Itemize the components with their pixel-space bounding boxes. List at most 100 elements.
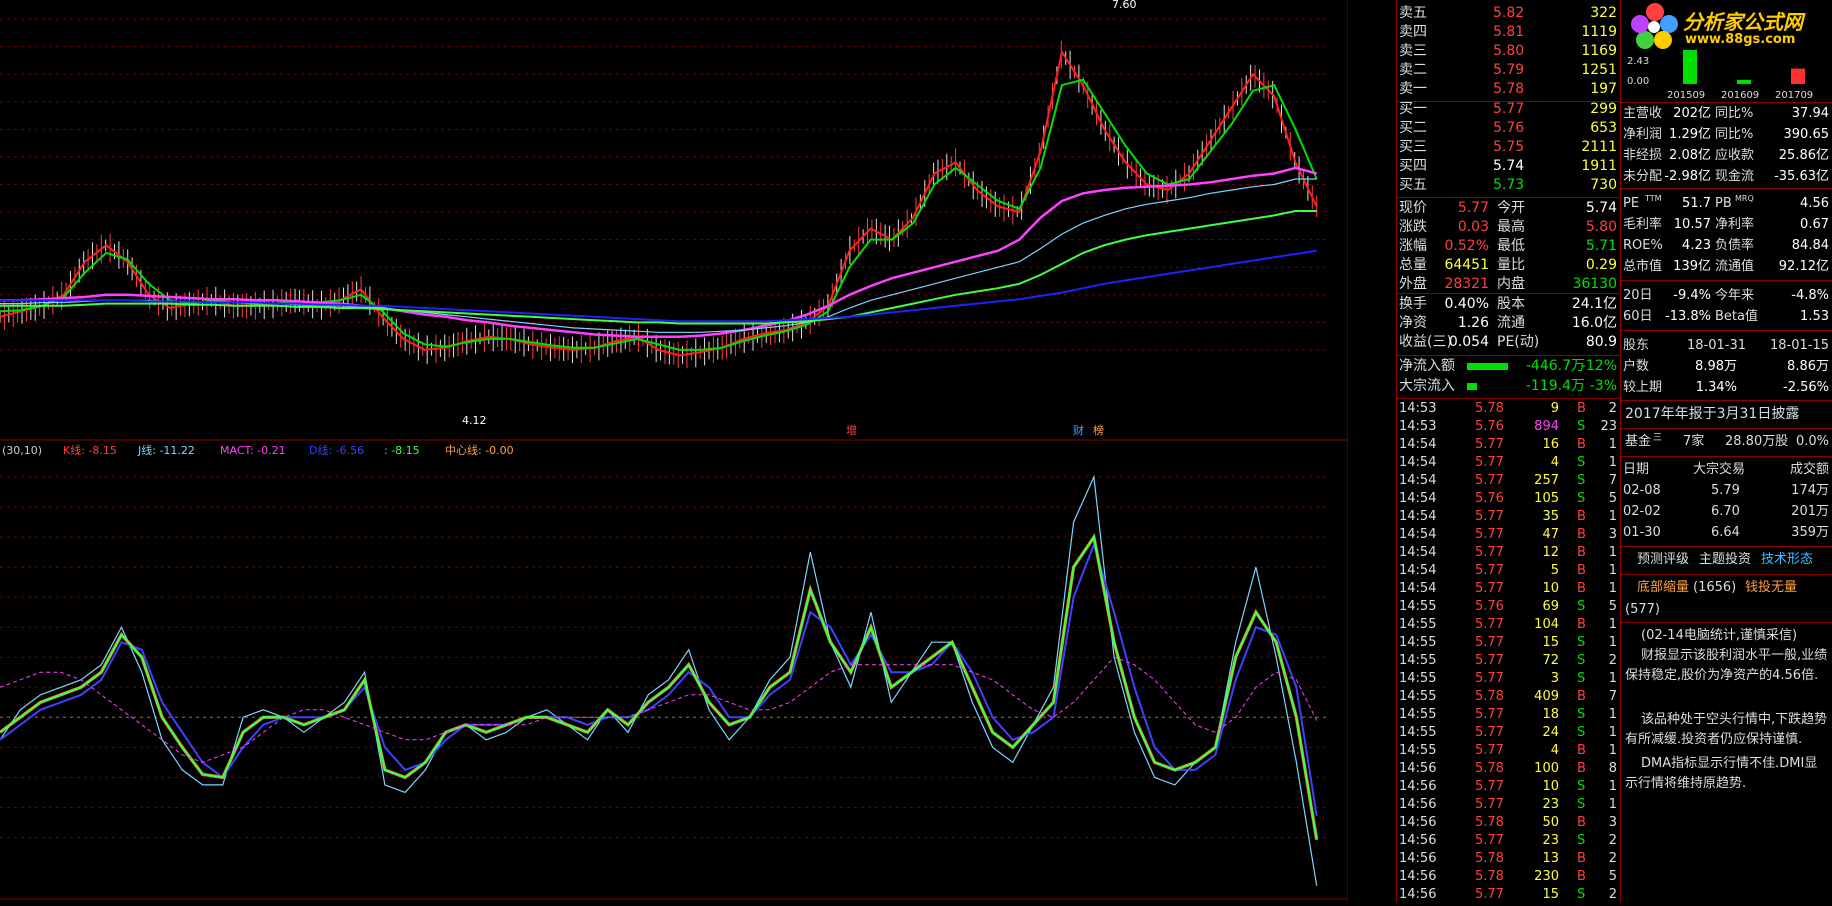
info-panel: 分析家公式网 www.88gs.com 2.43 0.00 201509 201609… [1620,0,1832,902]
trade-price: 5.78 [1475,851,1504,866]
trade-count: 1 [1608,563,1617,578]
trade-row: 14:56 5.77 23 S 1 [1397,796,1621,814]
fund-label: 基金 [1625,434,1652,449]
holders-date: 18-01-31 [1687,338,1747,353]
trade-time: 14:54 [1399,473,1437,488]
fundamental-value: -35.63亿 [1774,169,1829,184]
stat-row: 总量 64451 量比 0.29 [1397,256,1621,274]
trade-time: 14:55 [1399,689,1437,704]
trade-count: 23 [1600,419,1617,434]
stat-row: 涨幅 0.52% 最低 5.71 [1397,237,1621,255]
event-marker[interactable]: 榜 [1093,423,1104,437]
orderbook-volume: 197 [1590,81,1617,97]
trade-count: 5 [1608,599,1617,614]
orderbook-label: 买一 [1399,101,1427,117]
trade-row: 14:55 5.78 409 B 7 [1397,688,1621,706]
stat-value: 24.1亿 [1571,296,1617,312]
stat-value: 0.40% [1444,296,1489,312]
trade-side: S [1577,833,1586,848]
orderbook-volume: 653 [1590,120,1617,136]
stat-value: 5.71 [1585,238,1617,254]
divider [1621,400,1832,401]
flow-label: 净流入额 [1399,358,1455,374]
trade-price: 5.77 [1475,455,1504,470]
ratio-row: 总市值 139亿 流通值 92.12亿 [1621,257,1832,277]
orderbook-volume: 322 [1590,5,1617,21]
indicator-series-line [0,532,1319,840]
fund-count: 7家 [1683,434,1705,449]
fin-bar [1737,79,1751,84]
event-marker[interactable]: 增 [846,423,857,437]
ratio-sup: MRQ [1735,194,1754,203]
trade-row: 14:55 5.77 72 S 2 [1397,652,1621,670]
block-trade-row: 02-08 5.79 174万 [1621,481,1832,501]
orderbook-price: 5.78 [1493,81,1525,97]
trade-volume: 35 [1542,509,1559,524]
divider [1397,398,1621,399]
fundamental-label: 非经损 [1623,148,1663,163]
holders-header: 股东 18-01-31 18-01-15 [1621,336,1832,356]
tag-2[interactable]: 钱投无量 [1745,578,1797,598]
stat-label: 最低 [1497,238,1525,254]
trade-side: S [1577,599,1586,614]
fundamental-value: 390.65 [1783,127,1830,142]
block-trade-head: 日期 [1623,462,1650,477]
trade-row: 14:54 5.77 12 B 1 [1397,544,1621,562]
trade-side: B [1577,401,1586,416]
trade-count: 5 [1608,491,1617,506]
trade-row: 14:55 5.77 104 B 1 [1397,616,1621,634]
trade-row: 14:56 5.78 230 B 5 [1397,868,1621,886]
orderbook-price: 5.80 [1493,43,1525,59]
trade-time: 14:54 [1399,545,1437,560]
trade-row: 14:55 5.77 4 B 1 [1397,742,1621,760]
orderbook-row: 卖一 5.78 197 [1397,80,1621,98]
trade-price: 5.77 [1475,707,1504,722]
chart-area[interactable]: 7.507.257.006.756.506.256.005.755.505.25… [0,0,1392,902]
orderbook-volume: 1169 [1581,43,1617,59]
trade-price: 5.77 [1475,545,1504,560]
stat-row: 外盘 28321 内盘 36130 [1397,275,1621,293]
holders-label: 户数 [1623,359,1650,374]
holders-label: 较上期 [1623,380,1663,395]
trade-price: 5.76 [1475,491,1504,506]
holders-label: 股东 [1623,338,1650,353]
trade-row: 14:54 5.77 10 B 1 [1397,580,1621,598]
event-marker[interactable]: 财 [1073,423,1084,437]
trade-time: 14:54 [1399,455,1437,470]
trade-volume: 4 [1550,455,1559,470]
tab-1[interactable]: 预测评级 [1637,550,1689,570]
ratio-label: 流通值 [1715,259,1755,274]
trade-count: 1 [1608,707,1617,722]
stat-label: 量比 [1497,257,1525,273]
stat-label: 流通 [1497,315,1525,331]
divider [1621,574,1832,575]
fundamental-label: 净利润 [1623,127,1663,142]
flow-label: 大宗流入 [1399,378,1455,394]
orderbook-row: 卖五 5.82 322 [1397,4,1621,22]
trade-count: 1 [1608,779,1617,794]
stat-label: 换手 [1399,296,1427,312]
tab-3[interactable]: 技术形态 [1761,550,1813,570]
trade-time: 14:55 [1399,653,1437,668]
trade-count: 2 [1608,887,1617,902]
divider [1397,355,1621,356]
trade-row: 14:56 5.78 13 B 2 [1397,850,1621,868]
fund-shares: 28.80万股 [1725,434,1789,449]
trade-volume: 894 [1534,419,1559,434]
holders-row: 较上期 1.34% -2.56% [1621,378,1832,398]
kline-chart[interactable]: 7.507.257.006.756.506.256.005.755.505.25… [0,0,1392,902]
tag-1[interactable]: 底部缩量 [1637,578,1689,598]
fin-bar-period: 201709 [1775,90,1813,101]
fin-bar [1791,68,1805,84]
stat-label: 总量 [1399,257,1427,273]
quote-panel: 卖五 5.82 322 卖四 5.81 1119 卖三 5.80 1169 卖二 5.79 1251 卖… [1396,0,1621,902]
indicator-legend-item: (30,10) [2,444,42,457]
report-note: 2017年年报于3月31日披露 [1621,404,1832,424]
tab-2[interactable]: 主题投资 [1699,550,1751,570]
holders-value: 8.86万 [1787,359,1829,374]
orderbook-label: 卖三 [1399,43,1427,59]
trade-side: S [1577,707,1586,722]
comment-p2: 该品种处于空头行情中,下跌趋势有所减缓.投资者仍应保持谨慎. [1625,712,1828,747]
trade-time: 14:56 [1399,869,1437,884]
trade-count: 2 [1608,833,1617,848]
